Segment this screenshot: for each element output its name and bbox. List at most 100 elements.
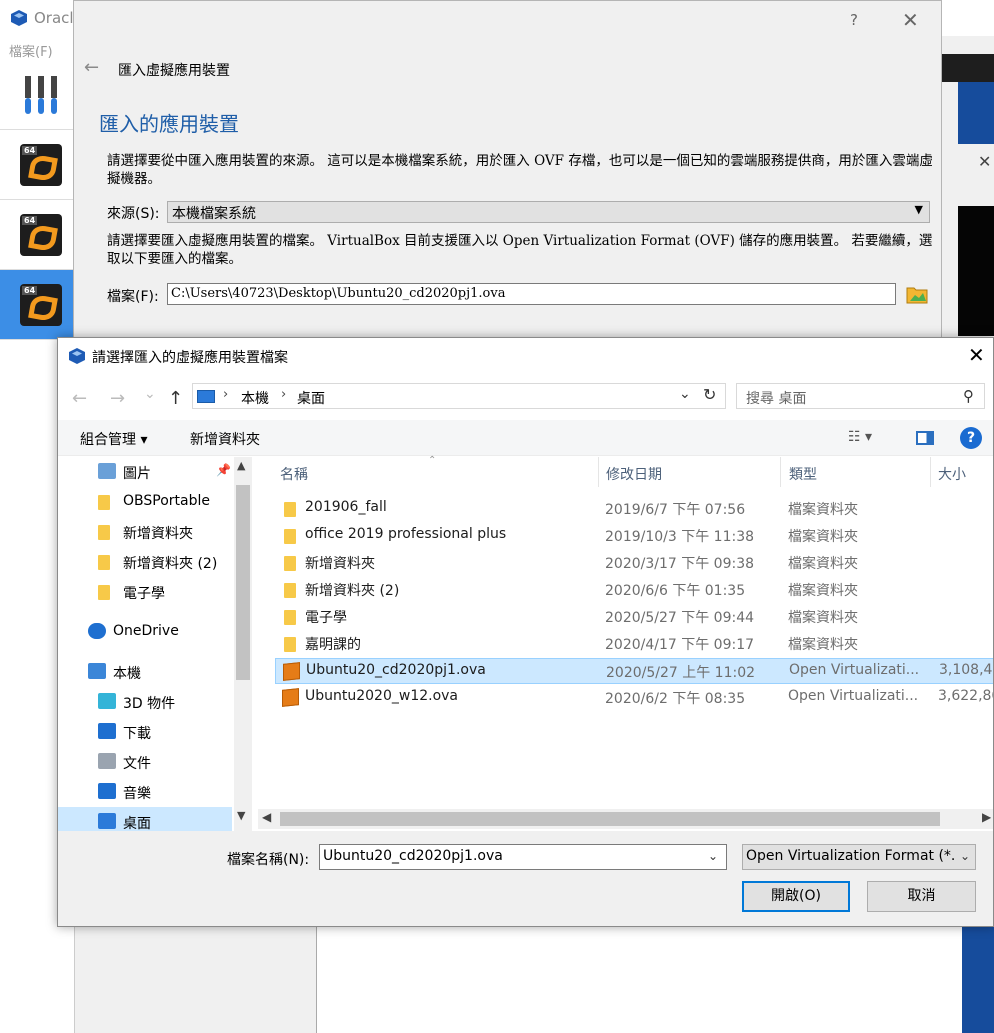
open-folder-icon[interactable] — [906, 284, 928, 304]
address-bar[interactable]: › 本機 › 桌面 ⌄ ↻ — [192, 383, 726, 409]
back-button[interactable]: ← — [72, 388, 87, 409]
chevron-down-icon[interactable]: ⌄ — [708, 849, 718, 863]
file-description: 請選擇要匯入虛擬應用裝置的檔案。 VirtualBox 目前支援匯入以 Open… — [107, 233, 933, 267]
breadcrumb-desktop[interactable]: 桌面 — [297, 388, 325, 408]
organize-button[interactable]: 組合管理 ▾ — [80, 429, 147, 449]
scroll-down-icon[interactable]: ▼ — [237, 809, 245, 822]
navigation-pane: 圖片 📌 OBSPortable 新增資料夾 新增資料夾 (2) 電子學 OneDrive 本… — [58, 457, 252, 837]
nav-item[interactable]: 新增資料夾 — [58, 517, 232, 547]
up-button[interactable]: ↑ — [168, 388, 183, 409]
file-date: 2020/5/27 上午 11:02 — [606, 665, 756, 681]
nav-item-label: 文件 — [123, 756, 151, 772]
recent-locations-button[interactable]: ⌄ — [144, 386, 156, 402]
open-button[interactable]: 開啟(O) — [742, 881, 850, 912]
file-size: 3,108,41 — [939, 662, 993, 678]
folder-row[interactable]: 新增資料夾 2020/3/17 下午 09:38 檔案資料夾 — [275, 550, 993, 576]
nav-item[interactable]: OBSPortable — [58, 487, 232, 517]
file-row[interactable]: Ubuntu2020_w12.ova 2020/6/2 下午 08:35 Open … — [275, 685, 993, 711]
filename-input[interactable]: Ubuntu20_cd2020pj1.ova — [319, 844, 727, 870]
column-header-name[interactable]: 名稱 — [280, 464, 308, 484]
virtualbox-logo-icon — [11, 10, 27, 26]
nav-item-label: 圖片 — [123, 466, 151, 482]
file-date: 2020/6/6 下午 01:35 — [605, 583, 746, 599]
file-name: 201906_fall — [305, 499, 387, 515]
dropdown-arrow-icon: ▼ — [914, 203, 923, 216]
file-path-input[interactable]: C:\Users\40723\Desktop\Ubuntu20_cd2020pj… — [167, 283, 896, 305]
chevron-right-icon: › — [281, 387, 287, 402]
onedrive-icon — [88, 623, 106, 639]
folder-row[interactable]: 嘉明課的 2020/4/17 下午 09:17 檔案資料夾 — [275, 631, 993, 657]
file-name: 嘉明課的 — [305, 637, 361, 653]
refresh-icon[interactable]: ↻ — [703, 385, 716, 404]
help-icon[interactable]: ? — [960, 427, 982, 449]
source-select[interactable]: 本機檔案系統 ▼ — [167, 201, 930, 223]
nav-item[interactable]: 新增資料夾 (2) — [58, 547, 232, 577]
new-folder-button[interactable]: 新增資料夾 — [190, 429, 260, 449]
cancel-button[interactable]: 取消 — [867, 881, 976, 912]
back-arrow-icon[interactable]: ← — [84, 57, 99, 78]
wizard-title: 匯入虛擬應用裝置 — [118, 63, 230, 79]
file-type: 檔案資料夾 — [788, 610, 858, 626]
nav-item-label: 音樂 — [123, 786, 151, 802]
column-header-date[interactable]: 修改日期 — [606, 464, 662, 484]
nav-item[interactable]: OneDrive — [58, 617, 232, 647]
vm-list-item[interactable]: 64 — [0, 130, 75, 200]
nav-scrollbar[interactable]: ▲ ▼ — [234, 457, 252, 831]
scroll-up-icon[interactable]: ▲ — [237, 459, 245, 472]
filetype-select[interactable]: Open Virtualization Format (*. — [742, 844, 976, 870]
folder-icon — [98, 495, 110, 510]
scrollbar-thumb[interactable] — [236, 485, 250, 680]
music-icon — [98, 783, 116, 799]
search-icon: ⚲ — [963, 387, 974, 405]
horizontal-scrollbar[interactable]: ◀ ▶ — [258, 809, 993, 829]
nav-item[interactable]: 3D 物件 — [58, 687, 232, 717]
file-size: 3,622,86 — [938, 688, 993, 704]
folder-row[interactable]: 新增資料夾 (2) 2020/6/6 下午 01:35 檔案資料夾 — [275, 577, 993, 603]
scroll-left-icon[interactable]: ◀ — [262, 810, 271, 824]
column-header-size[interactable]: 大小 — [938, 464, 966, 484]
view-options-button[interactable]: ☷ ▾ — [848, 429, 872, 445]
folder-row[interactable]: 電子學 2020/5/27 下午 09:44 檔案資料夾 — [275, 604, 993, 630]
3d-objects-icon — [98, 693, 116, 709]
vm-list-item[interactable]: 64 — [0, 200, 75, 270]
tools-item[interactable] — [0, 64, 75, 130]
chevron-down-icon[interactable]: ⌄ — [960, 849, 970, 863]
preview-pane-icon[interactable] — [916, 431, 934, 445]
pc-icon — [88, 663, 106, 679]
nav-item[interactable]: 音樂 — [58, 777, 232, 807]
folder-row[interactable]: office 2019 professional plus 2019/10/3 下… — [275, 523, 993, 549]
close-button[interactable]: ✕ — [968, 343, 985, 367]
nav-item-label: 桌面 — [123, 816, 151, 832]
scrollbar-thumb[interactable] — [280, 812, 940, 826]
nav-item[interactable]: 下載 — [58, 717, 232, 747]
file-date: 2019/10/3 下午 11:38 — [605, 529, 755, 545]
file-row[interactable]: Ubuntu20_cd2020pj1.ova 2020/5/27 上午 11:02… — [275, 658, 993, 684]
nav-item[interactable]: 圖片 📌 — [58, 457, 232, 487]
nav-item[interactable]: 本機 — [58, 657, 232, 687]
sort-ascending-icon: ⌃ — [428, 455, 437, 466]
manager-title: Oracl — [34, 9, 74, 27]
file-type: Open Virtualizati... — [789, 662, 919, 678]
folder-icon — [284, 637, 296, 652]
help-button[interactable]: ? — [850, 11, 858, 29]
folder-icon — [284, 610, 296, 625]
folder-row[interactable]: 201906_fall 2019/6/7 下午 07:56 檔案資料夾 — [275, 496, 993, 522]
source-select-value: 本機檔案系統 — [172, 206, 256, 222]
folder-icon — [284, 583, 296, 598]
file-name: 新增資料夾 — [305, 556, 375, 572]
file-type: 檔案資料夾 — [788, 556, 858, 572]
close-icon[interactable]: ✕ — [978, 152, 991, 171]
column-header-type[interactable]: 類型 — [789, 464, 817, 484]
scroll-right-icon[interactable]: ▶ — [982, 810, 991, 824]
nav-item[interactable]: 電子學 — [58, 577, 232, 607]
nav-item-label: 3D 物件 — [123, 696, 176, 712]
breadcrumb-this-pc[interactable]: 本機 — [241, 388, 269, 408]
search-input[interactable]: 搜尋 桌面 ⚲ — [736, 383, 985, 409]
filename-label: 檔案名稱(N): — [227, 852, 310, 868]
vm-list-item-selected[interactable]: 64 — [0, 270, 75, 340]
forward-button[interactable]: → — [110, 388, 125, 409]
nav-item[interactable]: 文件 — [58, 747, 232, 777]
chevron-down-icon[interactable]: ⌄ — [679, 386, 691, 402]
close-button[interactable]: ✕ — [902, 8, 919, 32]
menu-file[interactable]: 檔案(F) — [9, 41, 53, 60]
